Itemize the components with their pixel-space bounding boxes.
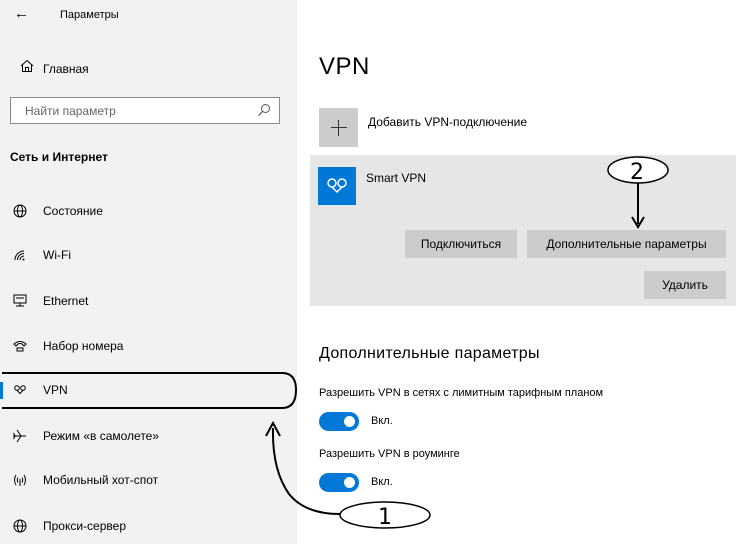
active-indicator xyxy=(0,382,3,399)
app-title: Параметры xyxy=(60,9,119,21)
vpn-connection-icon xyxy=(318,167,356,205)
sidebar-item-airplane-mode[interactable]: Режим «в самолете» xyxy=(0,420,297,452)
sidebar-item-label: Мобильный хот-спот xyxy=(43,473,159,487)
dialup-icon xyxy=(13,341,27,352)
home-icon xyxy=(20,59,34,72)
title-bar: ← Параметры xyxy=(0,0,297,32)
sidebar-item-label: Набор номера xyxy=(43,339,124,353)
sidebar-item-label: Прокси-сервер xyxy=(43,519,126,533)
back-arrow-icon[interactable]: ← xyxy=(14,5,29,23)
sidebar-item-proxy[interactable]: Прокси-сервер xyxy=(0,510,297,542)
sidebar-item-label: VPN xyxy=(43,383,68,397)
metered-toggle[interactable] xyxy=(319,412,359,431)
add-vpn-button[interactable]: Добавить VPN-подключение xyxy=(319,108,559,148)
advanced-settings-heading: Дополнительные параметры xyxy=(319,345,540,362)
nav-home[interactable]: Главная xyxy=(0,56,297,82)
metered-toggle-state: Вкл. xyxy=(371,415,393,427)
search-input[interactable] xyxy=(11,98,263,123)
roaming-toggle[interactable] xyxy=(319,473,359,492)
sidebar-item-label: Состояние xyxy=(43,204,103,218)
ethernet-icon xyxy=(13,294,27,307)
sidebar: ← Параметры Главная Сеть и Интернет Сост… xyxy=(0,0,297,544)
delete-button[interactable]: Удалить xyxy=(644,271,726,299)
advanced-options-button[interactable]: Дополнительные параметры xyxy=(527,230,726,258)
airplane-icon xyxy=(13,429,26,443)
search-icon[interactable] xyxy=(257,103,271,117)
plus-icon xyxy=(319,108,358,147)
page-title: VPN xyxy=(319,53,370,80)
wifi-icon xyxy=(14,250,25,261)
sidebar-item-ethernet[interactable]: Ethernet xyxy=(0,285,297,317)
vpn-connection-card[interactable]: Smart VPN Подключиться Дополнительные па… xyxy=(310,155,736,306)
sidebar-item-label: Wi-Fi xyxy=(43,248,71,262)
proxy-globe-icon xyxy=(13,519,27,533)
sidebar-item-hotspot[interactable]: Мобильный хот-спот xyxy=(0,464,297,496)
nav-home-label: Главная xyxy=(43,62,89,76)
hotspot-icon xyxy=(14,474,26,486)
sidebar-item-vpn[interactable]: VPN xyxy=(0,374,297,406)
section-heading: Сеть и Интернет xyxy=(10,150,108,164)
metered-setting-label: Разрешить VPN в сетях с лимитным тарифны… xyxy=(319,387,604,399)
sidebar-item-label: Ethernet xyxy=(43,294,89,308)
search-box xyxy=(10,97,280,124)
vpn-connection-name: Smart VPN xyxy=(366,171,427,185)
vpn-logo-icon xyxy=(327,178,347,194)
sidebar-item-wifi[interactable]: Wi-Fi xyxy=(0,239,297,271)
roaming-setting-label: Разрешить VPN в роуминге xyxy=(319,448,460,460)
sidebar-item-label: Режим «в самолете» xyxy=(43,429,160,443)
sidebar-item-status[interactable]: Состояние xyxy=(0,195,297,227)
roaming-toggle-state: Вкл. xyxy=(371,476,393,488)
vpn-icon xyxy=(14,385,26,395)
sidebar-item-dialup[interactable]: Набор номера xyxy=(0,330,297,362)
connect-button[interactable]: Подключиться xyxy=(405,230,517,258)
globe-icon xyxy=(13,204,27,218)
main-content: VPN Добавить VPN-подключение Smart VPN П… xyxy=(297,0,750,544)
add-vpn-label: Добавить VPN-подключение xyxy=(368,115,527,129)
